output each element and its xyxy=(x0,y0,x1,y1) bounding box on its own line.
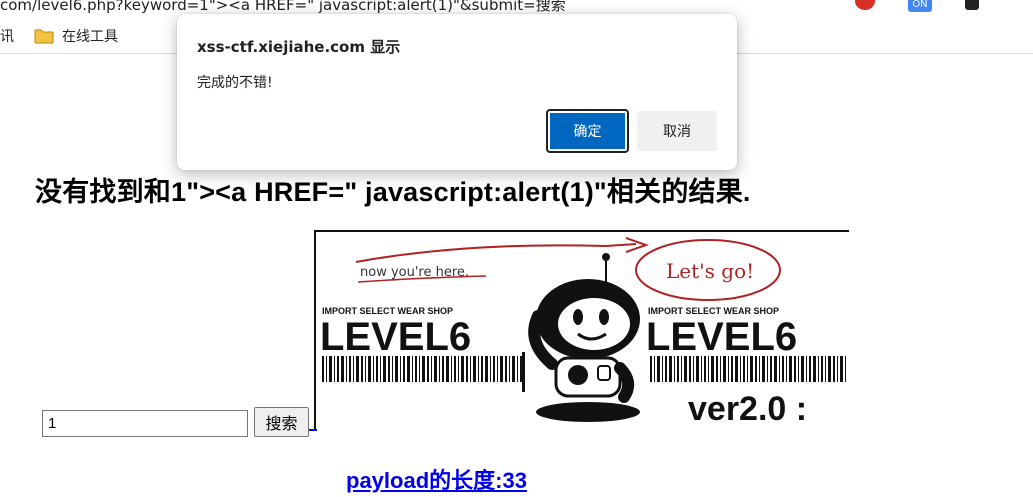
level-text-right: LEVEL6 xyxy=(646,315,797,359)
arrow-decoration xyxy=(355,243,637,263)
page-heading: 没有找到和1"><a HREF=" javascript:alert(1)"相关… xyxy=(35,177,751,207)
puzzle-icon[interactable] xyxy=(965,0,979,10)
image-link-underline[interactable] xyxy=(309,429,317,431)
adblock-icon[interactable] xyxy=(855,0,875,10)
barcode-left xyxy=(322,356,522,382)
bookmark-item-cut[interactable]: 讯 xyxy=(0,26,14,46)
search-input[interactable] xyxy=(42,410,248,437)
barcode-right xyxy=(650,356,846,382)
extension-on-label: ON xyxy=(912,0,928,10)
folder-icon xyxy=(34,28,54,44)
alert-dialog: xss-ctf.xiejiahe.com 显示 完成的不错! 确定 取消 xyxy=(177,14,737,170)
callout-text: Let's go! xyxy=(666,259,754,283)
search-button[interactable]: 搜索 xyxy=(254,407,309,437)
payload-length-link[interactable]: payload的长度:33 xyxy=(346,463,527,495)
toggle-extension-icon[interactable]: ON xyxy=(908,0,932,12)
bookmark-label: 在线工具 xyxy=(62,29,118,45)
level-banner-graphic: now you're here. Let's go! IMPORT SELECT… xyxy=(320,237,846,428)
level-banner-image[interactable]: now you're here. Let's go! IMPORT SELECT… xyxy=(314,230,849,430)
divider-bar-left xyxy=(522,352,525,392)
bookmark-folder-online-tools[interactable]: 在线工具 xyxy=(34,26,118,46)
cancel-button[interactable]: 取消 xyxy=(637,111,717,151)
banner-top-text: now you're here. xyxy=(360,265,469,280)
ok-button[interactable]: 确定 xyxy=(546,109,629,153)
version-text: ver2.0 : xyxy=(688,390,807,428)
address-text[interactable]: com/level6.php?keyword=1"><a HREF=" java… xyxy=(0,0,566,14)
astronaut-icon xyxy=(528,253,640,422)
browser-viewport: com/level6.php?keyword=1"><a HREF=" java… xyxy=(0,0,1033,497)
dialog-title: xss-ctf.xiejiahe.com 显示 xyxy=(197,38,401,56)
dialog-message: 完成的不错! xyxy=(197,75,273,91)
level-text-left: LEVEL6 xyxy=(320,315,471,359)
address-bar[interactable]: com/level6.php?keyword=1"><a HREF=" java… xyxy=(0,0,1033,14)
bookmark-label: 讯 xyxy=(0,29,14,45)
